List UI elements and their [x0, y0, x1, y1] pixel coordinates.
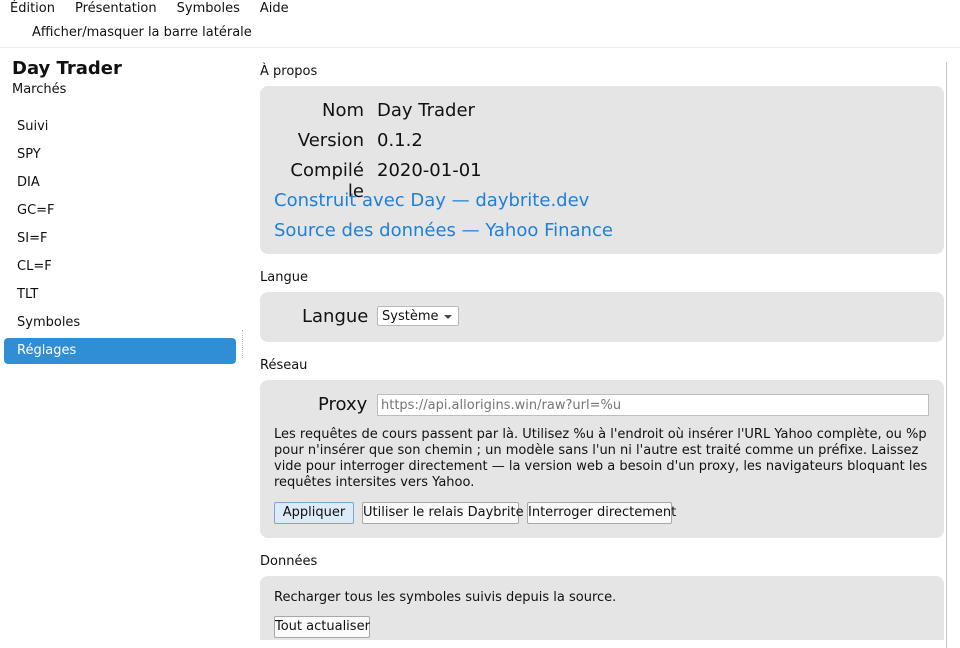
chevron-down-icon: [444, 315, 452, 319]
menu-help[interactable]: Aide: [250, 0, 299, 18]
language-heading: Langue: [260, 270, 308, 285]
sidebar-item-watchlist[interactable]: Suivi: [4, 114, 236, 140]
data-card: Recharger tous les symboles suivis depui…: [260, 576, 944, 640]
proxy-help-text: Les requêtes de cours passent par là. Ut…: [274, 427, 928, 490]
sidebar-item-spy[interactable]: SPY: [4, 142, 236, 168]
app-subtitle: Marchés: [12, 82, 67, 97]
sidebar-item-gc[interactable]: GC=F: [4, 198, 236, 224]
name-label: Nom: [321, 100, 364, 121]
menu-view[interactable]: Présentation: [65, 0, 167, 18]
language-select[interactable]: Système: [377, 306, 459, 326]
built-with-link[interactable]: Construit avec Day — daybrite.dev: [274, 190, 589, 211]
main-scrollbar[interactable]: [946, 48, 960, 648]
sidebar-item-dia[interactable]: DIA: [4, 170, 236, 196]
menu-edit[interactable]: Édition: [0, 0, 65, 18]
network-heading: Réseau: [260, 358, 308, 373]
apply-button[interactable]: Appliquer: [274, 502, 354, 524]
sidebar-item-tlt[interactable]: TLT: [4, 282, 236, 308]
language-card: Langue Système: [260, 292, 944, 342]
menu-bar: Édition Présentation Symboles Aide: [0, 0, 960, 18]
sidebar-item-symbols[interactable]: Symboles: [4, 310, 236, 336]
network-card: Proxy Les requêtes de cours passent par …: [260, 380, 944, 538]
toolbar: Afficher/masquer la barre latérale: [0, 18, 960, 48]
built-value: 2020-01-01: [377, 160, 482, 181]
language-selected-value: Système: [382, 309, 439, 324]
query-directly-button[interactable]: Interroger directement: [527, 502, 676, 524]
sidebar-splitter-handle[interactable]: [242, 330, 244, 358]
refresh-description: Recharger tous les symboles suivis depui…: [274, 590, 617, 605]
sidebar-item-cl[interactable]: CL=F: [4, 254, 236, 280]
app-title: Day Trader: [12, 58, 122, 79]
use-daybrite-relay-button[interactable]: Utiliser le relais Daybrite: [362, 502, 524, 524]
version-label: Version: [297, 130, 364, 151]
language-label: Langue: [302, 306, 369, 327]
about-heading: À propos: [260, 64, 318, 79]
sidebar-nav: Suivi SPY DIA GC=F SI=F CL=F TLT Symbole…: [4, 114, 236, 366]
toggle-sidebar-button[interactable]: Afficher/masquer la barre latérale: [32, 25, 252, 40]
data-heading: Données: [260, 554, 318, 569]
settings-panel: À propos Nom Day Trader Version 0.1.2 Co…: [248, 48, 944, 640]
data-source-link[interactable]: Source des données — Yahoo Finance: [274, 220, 613, 241]
sidebar-item-settings[interactable]: Réglages: [4, 338, 236, 364]
sidebar-item-si[interactable]: SI=F: [4, 226, 236, 252]
version-value: 0.1.2: [377, 130, 423, 151]
sidebar: Day Trader Marchés Suivi SPY DIA GC=F SI…: [0, 48, 242, 640]
menu-symbols[interactable]: Symboles: [167, 0, 250, 18]
refresh-all-button[interactable]: Tout actualiser: [274, 616, 370, 638]
scrollbar-track-line: [946, 62, 947, 648]
proxy-input[interactable]: [377, 394, 929, 416]
name-value: Day Trader: [377, 100, 475, 121]
about-card: Nom Day Trader Version 0.1.2 Compilé le …: [260, 86, 944, 254]
proxy-label: Proxy: [318, 394, 368, 415]
